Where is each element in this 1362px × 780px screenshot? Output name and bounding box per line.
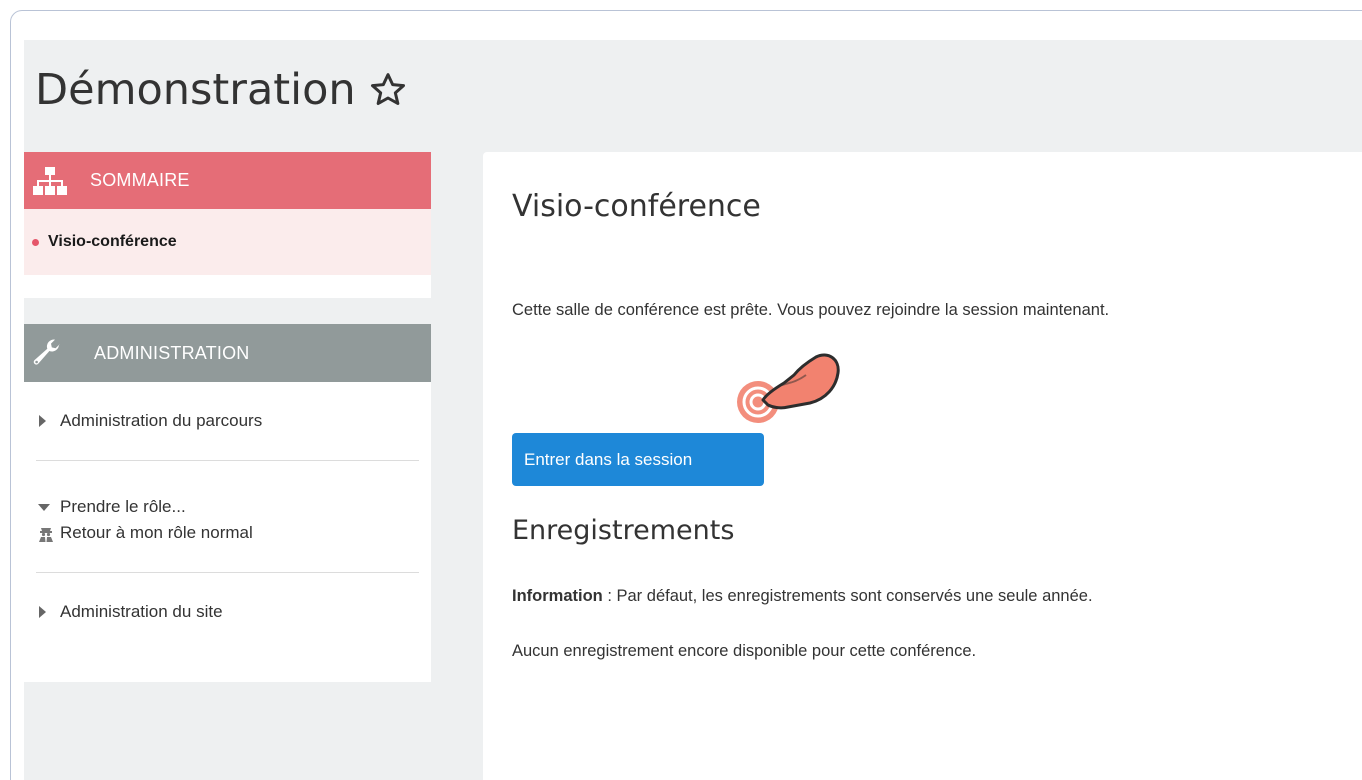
site-section: Administration du site (24, 573, 431, 651)
caret-right-icon (36, 606, 60, 618)
admin-item-label: Administration du parcours (60, 411, 263, 430)
sommaire-header[interactable]: SOMMAIRE (24, 152, 431, 209)
info-message: : Par défaut, les enregistrements sont c… (602, 587, 1093, 605)
admin-item-label: Prendre le rôle... (60, 497, 186, 516)
sommaire-header-label: SOMMAIRE (90, 170, 190, 190)
ready-message: Cette salle de conférence est prête. Vou… (512, 301, 1110, 319)
course-title-heading: Démonstration (35, 65, 408, 115)
administration-block: ADMINISTRATION Administration du parcour… (24, 324, 431, 682)
recordings-info: Information : Par défaut, les enregistre… (512, 587, 1093, 606)
admin-item-prendre-role[interactable]: Prendre le rôle... (36, 494, 419, 520)
no-recordings-message: Aucun enregistrement encore disponible p… (512, 642, 977, 660)
administration-header-label: ADMINISTRATION (94, 342, 250, 363)
admin-item-parcours[interactable]: Administration du parcours (36, 382, 419, 460)
role-item-retour[interactable]: Retour à mon rôle normal (36, 520, 419, 546)
caret-right-icon (36, 415, 60, 427)
main-content-card: Visio-conférence Cette salle de conféren… (483, 152, 1362, 780)
role-section: Prendre le rôle... Retour à mon rôle nor… (24, 461, 431, 572)
info-label: Information (512, 587, 603, 605)
sitemap-icon (30, 166, 70, 195)
course-title: Démonstration (35, 65, 356, 115)
active-dot (32, 238, 39, 246)
administration-header[interactable]: ADMINISTRATION (24, 324, 431, 382)
sommaire-block: SOMMAIRE Visio-conférence (24, 152, 431, 298)
role-item-label: Retour à mon rôle normal (60, 523, 253, 542)
page-title: Visio-conférence (512, 189, 761, 224)
sommaire-item-label: Visio-conférence (48, 233, 177, 250)
enter-session-button[interactable]: Entrer dans la session (512, 433, 764, 486)
user-secret-icon (36, 524, 60, 542)
sommaire-item-visio[interactable]: Visio-conférence (24, 209, 431, 275)
recordings-heading: Enregistrements (512, 515, 735, 546)
wrench-icon (30, 338, 64, 368)
admin-item-label: Administration du site (60, 602, 223, 621)
star-icon[interactable] (368, 70, 408, 110)
admin-item-site[interactable]: Administration du site (36, 573, 419, 651)
caret-down-icon (36, 503, 60, 511)
administration-list: Administration du parcours (24, 382, 431, 460)
